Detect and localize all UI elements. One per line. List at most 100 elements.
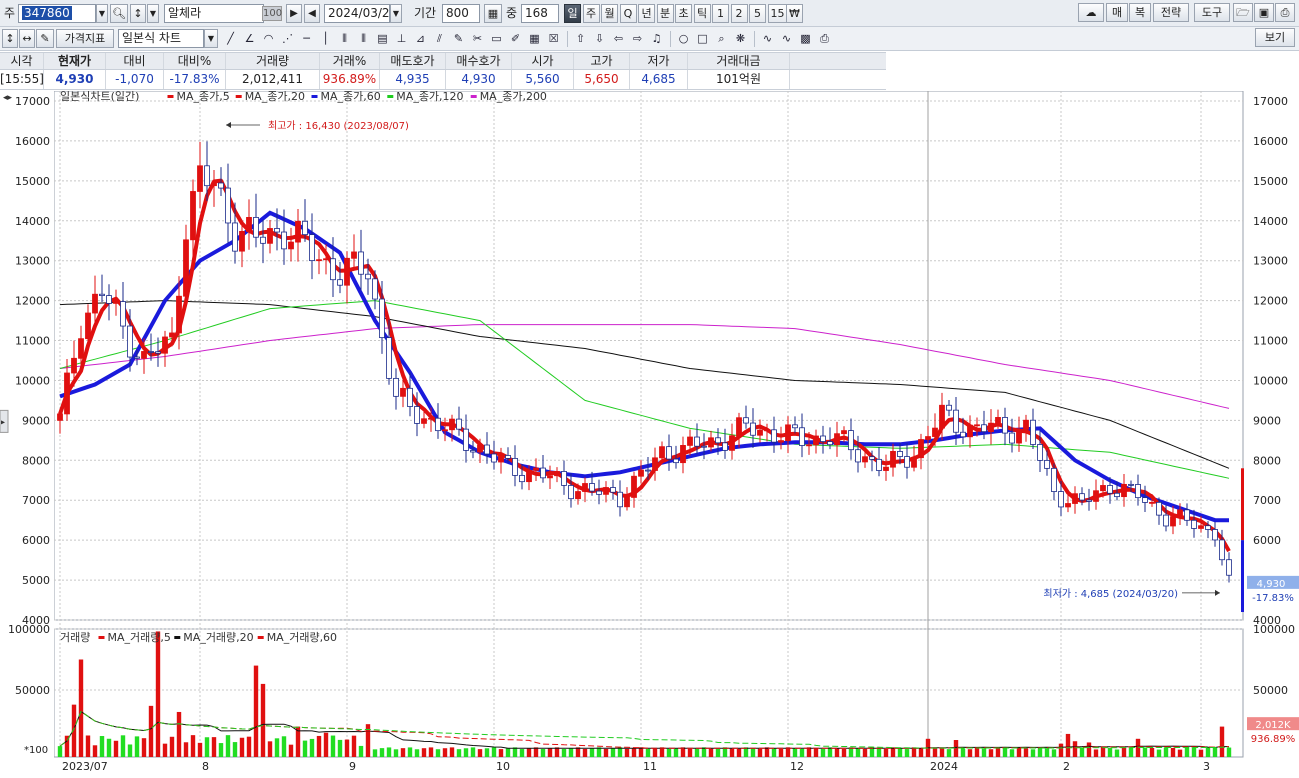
view-button[interactable]: 보기 <box>1255 28 1295 47</box>
fan-tool-icon[interactable]: ⋰ <box>279 30 296 48</box>
count-input[interactable]: 168 <box>521 4 559 23</box>
strategy-button[interactable]: 전략 <box>1153 3 1189 22</box>
settings-tool-icon[interactable]: ❋ <box>732 30 749 48</box>
prev-stock-button[interactable]: ◀ <box>304 4 320 23</box>
palette-tool-icon[interactable]: ▦ <box>526 30 543 48</box>
fib-v-tool-icon[interactable]: ⦀ <box>336 30 353 48</box>
period-12[interactable]: ₩ <box>786 4 803 23</box>
updown-toggle-button[interactable]: ↕ <box>2 29 18 48</box>
cloud-button[interactable]: ☁ <box>1078 3 1104 22</box>
volume-bar <box>743 747 749 757</box>
hline-tool-icon[interactable]: ─ <box>298 30 315 48</box>
candle-body <box>722 442 728 451</box>
down-arrow-tool-icon[interactable]: ⇩ <box>591 30 608 48</box>
period-11[interactable]: 15 <box>767 4 788 23</box>
delete-tool-icon[interactable]: ☒ <box>545 30 562 48</box>
candle-body <box>78 338 84 359</box>
cut-tool-icon[interactable]: ✂ <box>469 30 486 48</box>
period-7[interactable]: 틱 <box>693 4 711 23</box>
grid-button[interactable]: ▦ <box>484 4 502 23</box>
fib-h-tool-icon[interactable]: ⦀ <box>355 30 372 48</box>
left-arrow-tool-icon[interactable]: ⇦ <box>610 30 627 48</box>
candle-body <box>771 429 777 443</box>
pencil-tool-icon[interactable]: ✎ <box>450 30 467 48</box>
candle-body <box>680 445 686 464</box>
stock-code-input[interactable]: 347860 <box>18 4 96 23</box>
tools-button[interactable]: 도구 <box>1194 3 1230 22</box>
right-arrow-tool-icon[interactable]: ⇨ <box>629 30 646 48</box>
up-arrow-tool-icon[interactable]: ⇧ <box>572 30 589 48</box>
period-1[interactable]: 주 <box>582 4 600 23</box>
table-tool-icon[interactable]: ▤ <box>374 30 391 48</box>
open-button[interactable]: 🗁 <box>1233 3 1253 22</box>
period-6[interactable]: 초 <box>675 4 692 23</box>
candle-body <box>694 436 700 447</box>
period-5[interactable]: 분 <box>656 4 674 23</box>
period-8[interactable]: 1 <box>712 4 729 23</box>
parallel-tool-icon[interactable]: ⫽ <box>431 30 448 48</box>
candle-body <box>862 456 868 463</box>
volume-bar <box>1142 747 1148 757</box>
sort-dropdown-button[interactable]: ▼ <box>147 4 159 23</box>
candle-body <box>1205 525 1211 530</box>
edit-button[interactable]: ✎ <box>36 29 54 48</box>
wave-tool-icon[interactable]: ∿ <box>759 30 776 48</box>
volume-bar <box>204 737 210 757</box>
chart-type-dropdown[interactable]: ▼ <box>204 29 218 48</box>
period-3[interactable]: Q <box>619 4 637 23</box>
print-tool-icon[interactable]: ⎙ <box>816 30 833 48</box>
period-2[interactable]: 월 <box>601 4 618 23</box>
candle-body <box>1009 432 1015 444</box>
circle-tool-icon[interactable]: ○ <box>675 30 692 48</box>
square-tool-icon[interactable]: □ <box>694 30 711 48</box>
wave2-tool-icon[interactable]: ∿ <box>778 30 795 48</box>
line-tool-icon[interactable]: ╱ <box>222 30 239 48</box>
chart-type-select[interactable]: 일본식 차트 <box>118 29 204 48</box>
channel-tool-icon[interactable]: ⊥ <box>393 30 410 48</box>
date-input[interactable]: 2024/03/20 <box>324 4 390 23</box>
zoom-tool-icon[interactable]: ⌕ <box>713 30 730 48</box>
tool-separator <box>567 31 568 47</box>
rect-tool-icon[interactable]: ▭ <box>488 30 505 48</box>
volume-bar <box>1184 747 1190 757</box>
period-input[interactable]: 800 <box>442 4 480 23</box>
candle-body <box>204 165 210 187</box>
leftright-toggle-button[interactable]: ↔ <box>19 29 35 48</box>
print-button[interactable]: ⎙ <box>1275 3 1295 22</box>
note-tool-icon[interactable]: ✐ <box>507 30 524 48</box>
tool-separator <box>754 31 755 47</box>
triangle-tool-icon[interactable]: ⊿ <box>412 30 429 48</box>
buy-button[interactable]: 매 <box>1106 3 1128 22</box>
candle-body <box>1079 493 1085 501</box>
volume-bar <box>225 735 231 757</box>
save-button[interactable]: ▣ <box>1254 3 1274 22</box>
volume-bar <box>841 748 847 757</box>
quote-value-1: 4,930 <box>44 70 106 89</box>
date-dropdown-button[interactable]: ▼ <box>390 4 402 23</box>
search-button[interactable]: 🔍︎ <box>110 4 128 23</box>
sort-button[interactable]: ↕ <box>130 4 146 23</box>
candle-body <box>463 428 469 451</box>
price-volume-chart[interactable]: 4000400050005000600060007000700080008000… <box>0 91 1299 778</box>
arc-tool-icon[interactable]: ◠ <box>260 30 277 48</box>
period-9[interactable]: 2 <box>730 4 748 23</box>
indicator-button[interactable]: 가격지표 <box>56 29 114 48</box>
candle-body <box>981 424 987 433</box>
volume-bar <box>827 747 833 757</box>
sell-button[interactable]: 복 <box>1129 3 1151 22</box>
pattern-tool-icon[interactable]: ▩ <box>797 30 814 48</box>
volume-bar <box>1037 747 1043 757</box>
period-0[interactable]: 일 <box>564 4 581 23</box>
stock-name-field[interactable]: 알체라 <box>164 4 264 23</box>
volume-bar <box>855 748 861 757</box>
candle-body <box>1170 516 1176 527</box>
next-stock-button[interactable]: ▶ <box>286 4 302 23</box>
code-dropdown-button[interactable]: ▼ <box>96 4 108 23</box>
period-10[interactable]: 5 <box>749 4 766 23</box>
angle-tool-icon[interactable]: ∠ <box>241 30 258 48</box>
price-tick-left: 14000 <box>15 215 50 228</box>
memo-tool-icon[interactable]: ♫ <box>648 30 665 48</box>
vline-tool-icon[interactable]: │ <box>317 30 334 48</box>
period-4[interactable]: 년 <box>638 4 655 23</box>
candle-body <box>456 418 462 430</box>
